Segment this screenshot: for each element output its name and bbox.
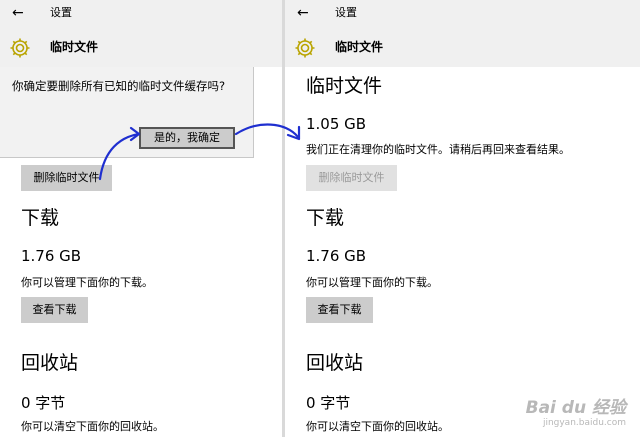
view-downloads-button[interactable]: 查看下载: [306, 297, 373, 323]
view-downloads-button[interactable]: 查看下载: [21, 297, 88, 323]
watermark-logo: Bai du 经验: [525, 398, 626, 418]
temp-files-size: 1.05 GB: [306, 115, 367, 133]
downloads-note: 你可以管理下面你的下载。: [21, 276, 153, 289]
baidu-watermark: Bai du 经验 jingyan.baidu.com: [526, 398, 626, 429]
cleaning-status: 我们正在清理你的临时文件。请稍后再回来查看结果。: [306, 143, 570, 156]
back-arrow-icon[interactable]: ←: [297, 3, 309, 23]
recycle-bin-note: 你可以清空下面你的回收站。: [21, 420, 164, 433]
window-title: 设置: [50, 6, 72, 19]
confirm-flyout: 你确定要删除所有已知的临时文件缓存吗? 是的，我确定: [0, 67, 254, 158]
downloads-size: 1.76 GB: [21, 247, 82, 265]
downloads-heading: 下载: [306, 207, 345, 229]
watermark-url: jingyan.baidu.com: [542, 418, 626, 428]
header: ← 设置 临时文件: [285, 0, 640, 67]
right-settings-window: ← 设置 临时文件 临时文件 1.05 GB 我们正在清理你的临时文件。请稍后再…: [285, 0, 640, 437]
downloads-heading: 下载: [21, 207, 60, 229]
recycle-bin-note: 你可以清空下面你的回收站。: [306, 420, 449, 433]
confirm-message: 你确定要删除所有已知的临时文件缓存吗?: [12, 79, 226, 93]
page-title: 临时文件: [50, 40, 99, 54]
delete-temp-files-button[interactable]: 删除临时文件: [21, 165, 112, 191]
recycle-bin-size: 0 字节: [306, 394, 351, 412]
recycle-bin-heading: 回收站: [21, 352, 79, 374]
confirm-button[interactable]: 是的，我确定: [139, 127, 235, 149]
temp-files-heading: 临时文件: [306, 75, 383, 97]
header: ← 设置 临时文件: [0, 0, 282, 67]
gear-icon: [295, 38, 315, 58]
left-settings-window: ← 设置 临时文件 你确定要删除所有已知的临时文件缓存吗? 是的，我确定 删除临…: [0, 0, 282, 437]
recycle-bin-size: 0 字节: [21, 394, 66, 412]
downloads-size: 1.76 GB: [306, 247, 367, 265]
back-arrow-icon[interactable]: ←: [12, 3, 24, 23]
downloads-note: 你可以管理下面你的下载。: [306, 276, 438, 289]
recycle-bin-heading: 回收站: [306, 352, 364, 374]
delete-temp-files-button: 删除临时文件: [306, 165, 397, 191]
gear-icon: [10, 38, 30, 58]
window-title: 设置: [335, 6, 357, 19]
page-title: 临时文件: [335, 40, 384, 54]
